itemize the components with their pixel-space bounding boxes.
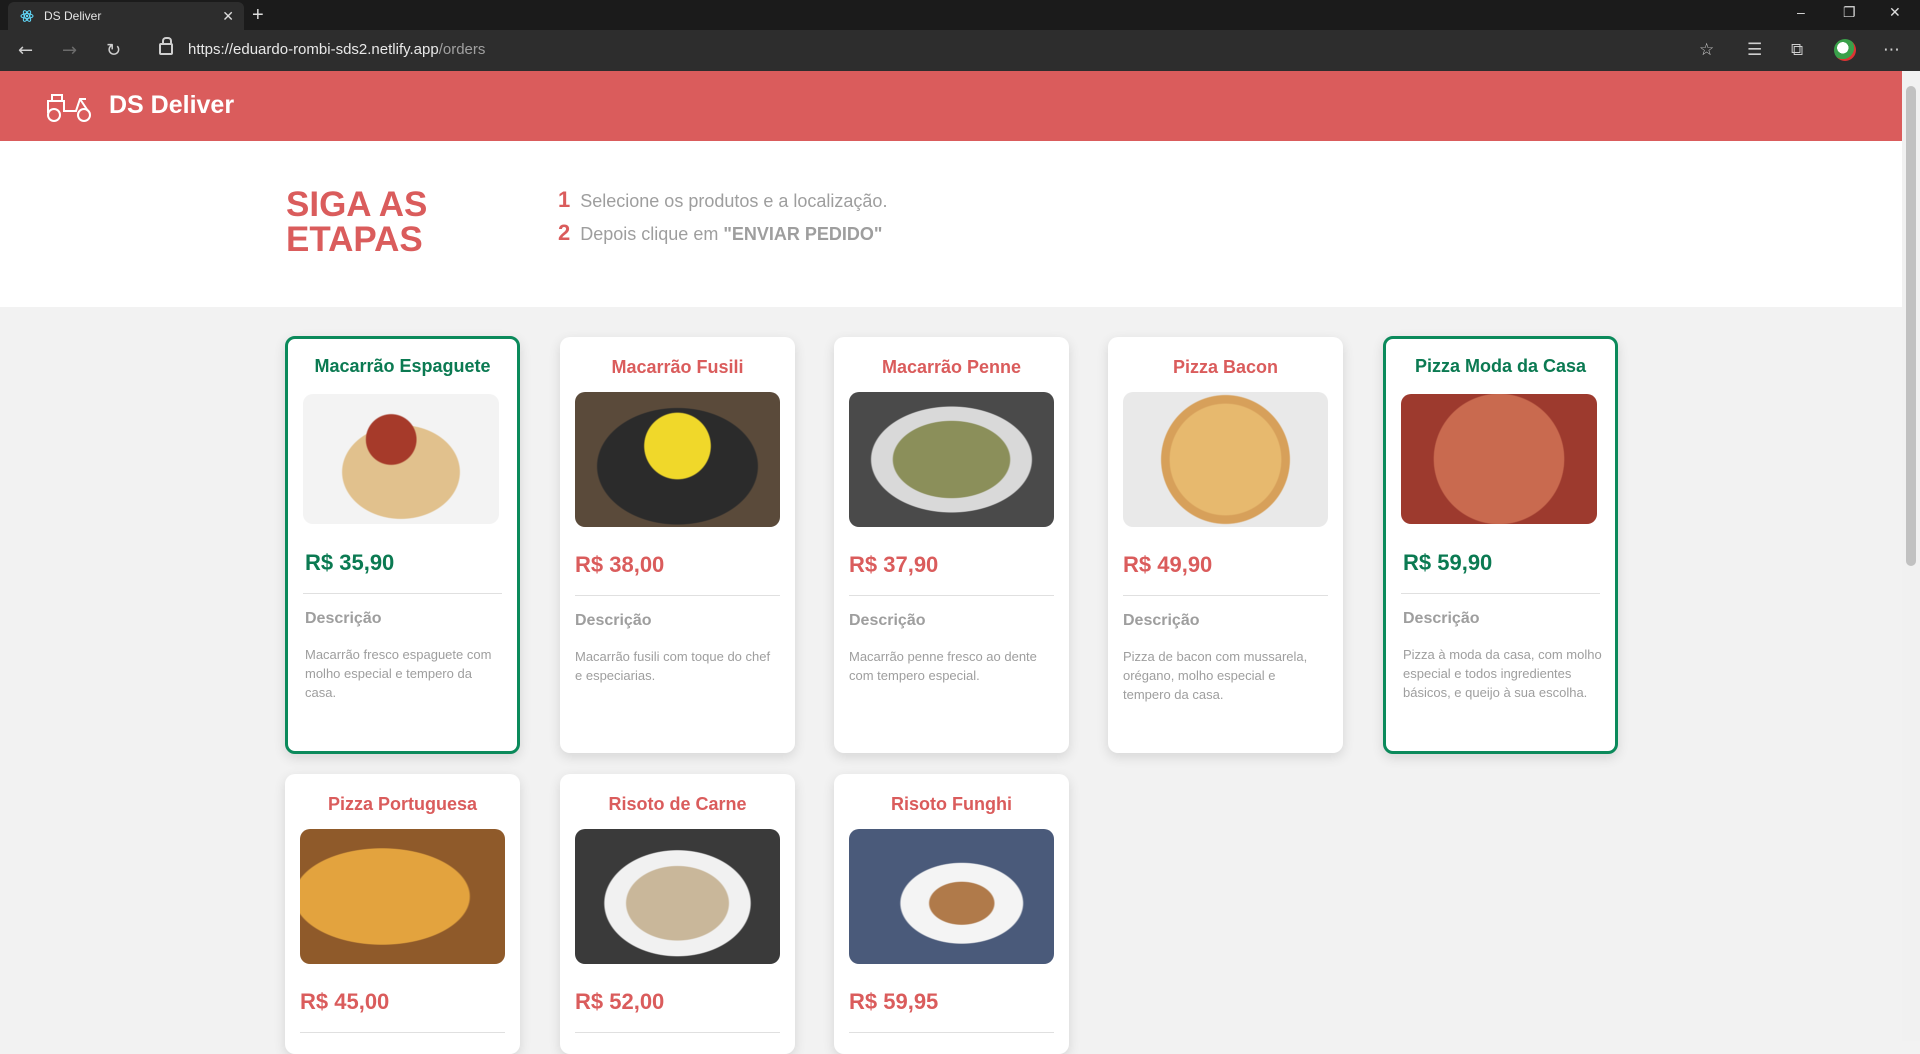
product-name: Risoto de Carne bbox=[608, 794, 747, 814]
tab-close-icon[interactable]: ✕ bbox=[222, 8, 234, 25]
brand-name[interactable]: DS Deliver bbox=[109, 91, 234, 120]
product-description: Macarrão fusili com toque do chef e espe… bbox=[575, 649, 771, 683]
app-header: DS Deliver bbox=[0, 71, 1902, 141]
scrollbar-thumb[interactable] bbox=[1906, 86, 1916, 566]
steps-title: SIGA AS ETAPAS bbox=[286, 185, 428, 259]
step-number: 2 bbox=[558, 220, 571, 245]
product-price: R$ 49,90 bbox=[1123, 552, 1213, 577]
divider bbox=[575, 1032, 780, 1033]
product-card[interactable]: Risoto Funghi R$ 59,95 bbox=[834, 774, 1069, 1054]
product-name: Pizza Portuguesa bbox=[327, 794, 478, 814]
product-image bbox=[300, 829, 505, 964]
product-description: Pizza à moda da casa, com molho especial… bbox=[1403, 647, 1602, 700]
product-name: Macarrão Fusili bbox=[611, 357, 744, 377]
product-name: Macarrão Espaguete bbox=[314, 356, 491, 376]
browser-chrome: DS Deliver ✕ + – ❐ ✕ ← → ↻ https://eduar… bbox=[0, 0, 1920, 71]
product-card[interactable]: Macarrão Fusili R$ 38,00 Descrição Macar… bbox=[560, 337, 795, 753]
profile-icon[interactable] bbox=[1834, 39, 1856, 61]
product-card[interactable]: Macarrão Penne R$ 37,90 Descrição Macarr… bbox=[834, 337, 1069, 753]
product-name: Macarrão Penne bbox=[881, 357, 1022, 377]
url-path: /orders bbox=[438, 41, 486, 58]
product-price: R$ 59,95 bbox=[849, 989, 939, 1014]
product-price: R$ 35,90 bbox=[305, 550, 395, 575]
product-price: R$ 59,90 bbox=[1403, 550, 1493, 575]
divider bbox=[300, 1032, 505, 1033]
product-price: R$ 37,90 bbox=[849, 552, 939, 577]
product-image bbox=[849, 829, 1054, 964]
product-description: Macarrão fresco espaguete com molho espe… bbox=[305, 647, 492, 700]
product-description: Macarrão penne fresco ao dente com tempe… bbox=[849, 649, 1037, 683]
description-title: Descrição bbox=[305, 610, 382, 627]
new-tab-button[interactable]: + bbox=[252, 4, 264, 27]
reload-icon[interactable]: ↻ bbox=[106, 40, 121, 61]
step-number: 1 bbox=[558, 187, 571, 212]
product-image bbox=[575, 829, 780, 964]
restore-icon[interactable]: ❐ bbox=[1843, 4, 1856, 21]
product-card[interactable]: Pizza Portuguesa R$ 45,00 bbox=[285, 774, 520, 1054]
divider bbox=[1401, 593, 1600, 594]
description-title: Descrição bbox=[849, 612, 926, 629]
product-price: R$ 52,00 bbox=[575, 989, 665, 1014]
product-name: Pizza Moda da Casa bbox=[1414, 356, 1587, 376]
browser-tab[interactable]: DS Deliver ✕ bbox=[8, 2, 244, 30]
divider bbox=[849, 595, 1054, 596]
product-card[interactable]: Risoto de Carne R$ 52,00 bbox=[560, 774, 795, 1054]
product-image bbox=[849, 392, 1054, 527]
url-host: https://eduardo-rombi-sds2.netlify.app bbox=[188, 41, 439, 58]
tab-bar: DS Deliver ✕ + – ❐ ✕ bbox=[0, 0, 1920, 30]
step-1: 1 Selecione os produtos e a localização. bbox=[558, 187, 887, 213]
description-title: Descrição bbox=[575, 612, 652, 629]
product-image bbox=[303, 394, 499, 524]
react-favicon-icon bbox=[20, 10, 34, 22]
divider bbox=[575, 595, 780, 596]
product-description: Pizza de bacon com mussarela, orégano, m… bbox=[1123, 649, 1308, 702]
product-price: R$ 45,00 bbox=[300, 989, 390, 1014]
minimize-icon[interactable]: – bbox=[1797, 4, 1805, 20]
step-text-strong: "ENVIAR PEDIDO" bbox=[723, 224, 883, 244]
star-icon[interactable]: ☆ bbox=[1699, 40, 1714, 60]
product-name: Pizza Bacon bbox=[1172, 357, 1279, 377]
divider bbox=[849, 1032, 1054, 1033]
divider bbox=[1123, 595, 1328, 596]
product-image bbox=[1123, 392, 1328, 527]
back-icon[interactable]: ← bbox=[18, 40, 33, 61]
divider bbox=[303, 593, 502, 594]
product-card[interactable]: Pizza Moda da Casa R$ 59,90 Descrição Pi… bbox=[1383, 336, 1618, 754]
product-image bbox=[1401, 394, 1597, 524]
forward-icon[interactable]: → bbox=[62, 40, 77, 61]
description-title: Descrição bbox=[1403, 610, 1480, 627]
step-text: Depois clique em bbox=[580, 224, 724, 244]
more-icon[interactable]: ⋯ bbox=[1883, 40, 1900, 60]
lock-icon bbox=[159, 37, 173, 55]
product-image bbox=[575, 392, 780, 527]
product-price: R$ 38,00 bbox=[575, 552, 665, 577]
step-2: 2 Depois clique em "ENVIAR PEDIDO" bbox=[558, 220, 882, 246]
window-close-icon[interactable]: ✕ bbox=[1889, 4, 1901, 21]
product-card[interactable]: Macarrão Espaguete R$ 35,90 Descrição Ma… bbox=[285, 336, 520, 754]
steps-section: SIGA AS ETAPAS 1 Selecione os produtos e … bbox=[0, 141, 1902, 307]
address-bar[interactable]: https://eduardo-rombi-sds2.netlify.app/o… bbox=[188, 41, 485, 58]
product-card[interactable]: Pizza Bacon R$ 49,90 Descrição Pizza de … bbox=[1108, 337, 1343, 753]
collections-icon[interactable]: ⧉ bbox=[1791, 40, 1803, 60]
favorites-icon[interactable]: ☰ bbox=[1747, 40, 1762, 60]
description-title: Descrição bbox=[1123, 612, 1200, 629]
delivery-scooter-icon[interactable] bbox=[44, 89, 94, 123]
tab-title: DS Deliver bbox=[44, 9, 102, 23]
step-text: Selecione os produtos e a localização. bbox=[580, 191, 888, 211]
product-name: Risoto Funghi bbox=[891, 794, 1012, 814]
